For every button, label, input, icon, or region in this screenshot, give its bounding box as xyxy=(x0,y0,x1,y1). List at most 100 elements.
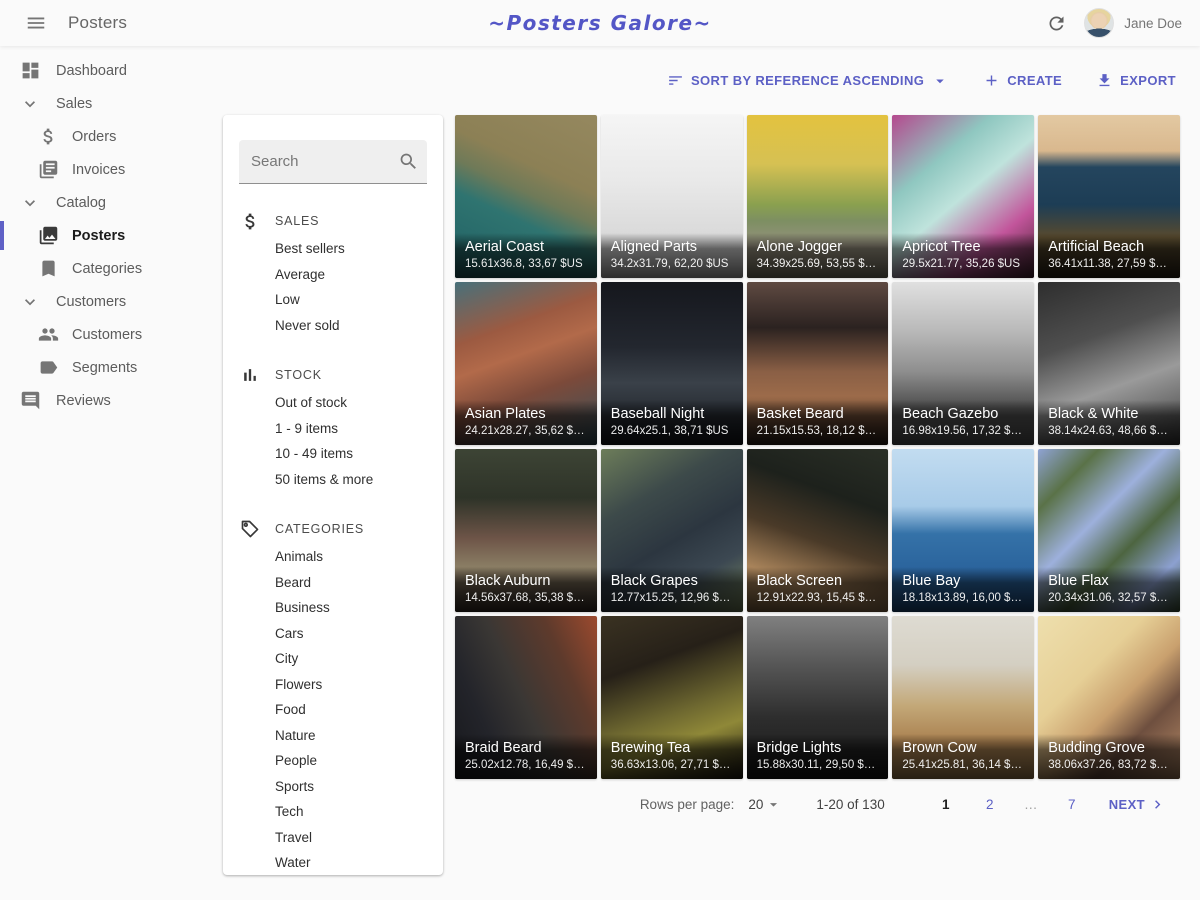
user-menu-button[interactable]: Jane Doe xyxy=(1084,8,1182,38)
filter-item-business[interactable]: Business xyxy=(239,595,427,621)
product-caption: Brewing Tea36.63x13.06, 27,71 $… xyxy=(601,734,743,779)
filter-item-1-9-items[interactable]: 1 - 9 items xyxy=(239,416,427,442)
product-caption: Basket Beard21.15x15.53, 18,12 $… xyxy=(747,400,889,445)
page-button-7[interactable]: 7 xyxy=(1057,789,1087,819)
sidebar-item-label: Categories xyxy=(72,261,142,277)
refresh-icon[interactable] xyxy=(1038,5,1074,41)
product-size-price: 38.06x37.26, 83,72 $… xyxy=(1048,759,1170,771)
product-card[interactable]: Braid Beard25.02x12.78, 16,49 $… xyxy=(455,616,597,779)
product-card[interactable]: Asian Plates24.21x28.27, 35,62 $… xyxy=(455,282,597,445)
product-card[interactable]: Alone Jogger34.39x25.69, 53,55 $… xyxy=(747,115,889,278)
sidebar-item-customers[interactable]: Customers xyxy=(0,285,223,318)
product-card[interactable]: Beach Gazebo16.98x19.56, 17,32 $… xyxy=(892,282,1034,445)
product-title: Black Screen xyxy=(757,573,879,589)
invoices-icon xyxy=(36,158,60,182)
product-card[interactable]: Aerial Coast15.61x36.8, 33,67 $US xyxy=(455,115,597,278)
product-title: Blue Bay xyxy=(902,573,1024,589)
product-title: Aerial Coast xyxy=(465,239,587,255)
export-button[interactable]: EXPORT xyxy=(1092,66,1180,95)
product-size-price: 18.18x13.89, 16,00 $… xyxy=(902,592,1024,604)
product-card[interactable]: Budding Grove 38.06x37.26, 83,72 $… xyxy=(1038,616,1180,779)
filter-section-title: STOCK xyxy=(275,368,322,382)
product-card[interactable]: Basket Beard21.15x15.53, 18,12 $… xyxy=(747,282,889,445)
product-caption: Brown Cow25.41x25.81, 36,14 $… xyxy=(892,734,1034,779)
filter-item-sports[interactable]: Sports xyxy=(239,774,427,800)
product-caption: Artificial Beach 36.41x11.38, 27,59 $… xyxy=(1038,233,1180,278)
sidebar-item-posters[interactable]: Posters xyxy=(0,219,223,252)
product-card[interactable]: Blue Flax20.34x31.06, 32,57 $… xyxy=(1038,449,1180,612)
filter-item-flowers[interactable]: Flowers xyxy=(239,672,427,698)
filter-item-never-sold[interactable]: Never sold xyxy=(239,313,427,339)
user-name: Jane Doe xyxy=(1124,16,1182,31)
filter-section-header: SALES xyxy=(239,210,427,232)
product-size-price: 21.15x15.53, 18,12 $… xyxy=(757,425,879,437)
product-card[interactable]: Blue Bay 18.18x13.89, 16,00 $… xyxy=(892,449,1034,612)
product-card[interactable]: Apricot Tree29.5x21.77, 35,26 $US xyxy=(892,115,1034,278)
product-size-price: 15.88x30.11, 29,50 $… xyxy=(757,759,879,771)
filter-item-low[interactable]: Low xyxy=(239,287,427,313)
sidebar-item-label: Customers xyxy=(56,294,126,310)
filter-item-people[interactable]: People xyxy=(239,748,427,774)
product-card[interactable]: Artificial Beach 36.41x11.38, 27,59 $… xyxy=(1038,115,1180,278)
product-card[interactable]: Aligned Parts34.2x31.79, 62,20 $US xyxy=(601,115,743,278)
menu-icon[interactable] xyxy=(18,5,54,41)
sidebar-item-reviews[interactable]: Reviews xyxy=(0,384,223,417)
product-card[interactable]: Baseball Night29.64x25.1, 38,71 $US xyxy=(601,282,743,445)
product-size-price: 25.02x12.78, 16,49 $… xyxy=(465,759,587,771)
product-size-price: 36.41x11.38, 27,59 $… xyxy=(1048,258,1170,270)
chevron-down-icon xyxy=(18,92,42,116)
product-size-price: 36.63x13.06, 27,71 $… xyxy=(611,759,733,771)
pagination-range: 1-20 of 130 xyxy=(816,797,884,812)
filter-item-nature[interactable]: Nature xyxy=(239,723,427,749)
filter-item-water[interactable]: Water xyxy=(239,850,427,875)
product-card[interactable]: Black & White38.14x24.63, 48,66 $… xyxy=(1038,282,1180,445)
sidebar-item-label: Segments xyxy=(72,360,137,376)
product-card[interactable]: Brewing Tea36.63x13.06, 27,71 $… xyxy=(601,616,743,779)
filter-item-average[interactable]: Average xyxy=(239,262,427,288)
product-card[interactable]: Black Screen 12.91x22.93, 15,45 $… xyxy=(747,449,889,612)
filter-item-food[interactable]: Food xyxy=(239,697,427,723)
filter-item-out-of-stock[interactable]: Out of stock xyxy=(239,390,427,416)
filter-item-beard[interactable]: Beard xyxy=(239,570,427,596)
sidebar-item-customers-list[interactable]: Customers xyxy=(0,318,223,351)
sidebar-item-catalog[interactable]: Catalog xyxy=(0,186,223,219)
filter-item-tech[interactable]: Tech xyxy=(239,799,427,825)
product-size-price: 38.14x24.63, 48,66 $… xyxy=(1048,425,1170,437)
filter-item-animals[interactable]: Animals xyxy=(239,544,427,570)
sidebar-item-segments[interactable]: Segments xyxy=(0,351,223,384)
page-button-2[interactable]: 2 xyxy=(975,789,1005,819)
product-size-price: 12.77x15.25, 12,96 $… xyxy=(611,592,733,604)
people-icon xyxy=(36,323,60,347)
label-tag-icon xyxy=(36,356,60,380)
rows-per-page-select[interactable]: 20 xyxy=(748,796,782,813)
create-button[interactable]: CREATE xyxy=(979,66,1066,95)
filter-item-best-sellers[interactable]: Best sellers xyxy=(239,236,427,262)
sidebar-item-invoices[interactable]: Invoices xyxy=(0,153,223,186)
product-caption: Aerial Coast15.61x36.8, 33,67 $US xyxy=(455,233,597,278)
product-card[interactable]: Bridge Lights 15.88x30.11, 29,50 $… xyxy=(747,616,889,779)
product-card[interactable]: Brown Cow25.41x25.81, 36,14 $… xyxy=(892,616,1034,779)
product-size-price: 12.91x22.93, 15,45 $… xyxy=(757,592,879,604)
sidebar-item-dashboard[interactable]: Dashboard xyxy=(0,54,223,87)
sidebar-item-categories[interactable]: Categories xyxy=(0,252,223,285)
product-size-price: 20.34x31.06, 32,57 $… xyxy=(1048,592,1170,604)
page-button-1[interactable]: 1 xyxy=(931,789,961,819)
filter-item-50-items-more[interactable]: 50 items & more xyxy=(239,467,427,493)
product-title: Black Auburn xyxy=(465,573,587,589)
filter-section-title: SALES xyxy=(275,214,319,228)
sidebar-item-orders[interactable]: Orders xyxy=(0,120,223,153)
product-title: Budding Grove xyxy=(1048,740,1170,756)
filter-item-city[interactable]: City xyxy=(239,646,427,672)
sort-button[interactable]: SORT BY REFERENCE ASCENDING xyxy=(663,66,953,96)
next-page-button[interactable]: NEXT xyxy=(1101,790,1174,819)
filter-item-10-49-items[interactable]: 10 - 49 items xyxy=(239,441,427,467)
filter-item-travel[interactable]: Travel xyxy=(239,825,427,851)
filter-section-categories: CATEGORIESAnimalsBeardBusinessCarsCityFl… xyxy=(239,518,427,875)
product-card[interactable]: Black Grapes12.77x15.25, 12,96 $… xyxy=(601,449,743,612)
filter-item-cars[interactable]: Cars xyxy=(239,621,427,647)
product-title: Artificial Beach xyxy=(1048,239,1170,255)
sidebar-item-sales[interactable]: Sales xyxy=(0,87,223,120)
product-title: Bridge Lights xyxy=(757,740,879,756)
dashboard-icon xyxy=(18,59,42,83)
product-card[interactable]: Black Auburn14.56x37.68, 35,38 $… xyxy=(455,449,597,612)
